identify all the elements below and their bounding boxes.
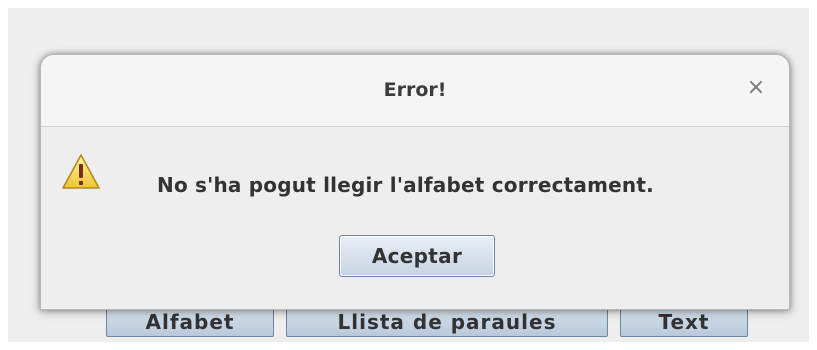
dialog-titlebar[interactable]: Error! × [41, 55, 789, 127]
dialog-title: Error! [383, 79, 447, 101]
close-icon[interactable]: × [743, 75, 769, 101]
warning-icon [62, 154, 100, 189]
aceptar-button[interactable]: Aceptar [339, 235, 495, 277]
error-dialog: Error! × No s'ha pogut llegir l'alfabet … [40, 54, 790, 310]
error-message: No s'ha pogut llegir l'alfabet correctam… [157, 173, 654, 197]
